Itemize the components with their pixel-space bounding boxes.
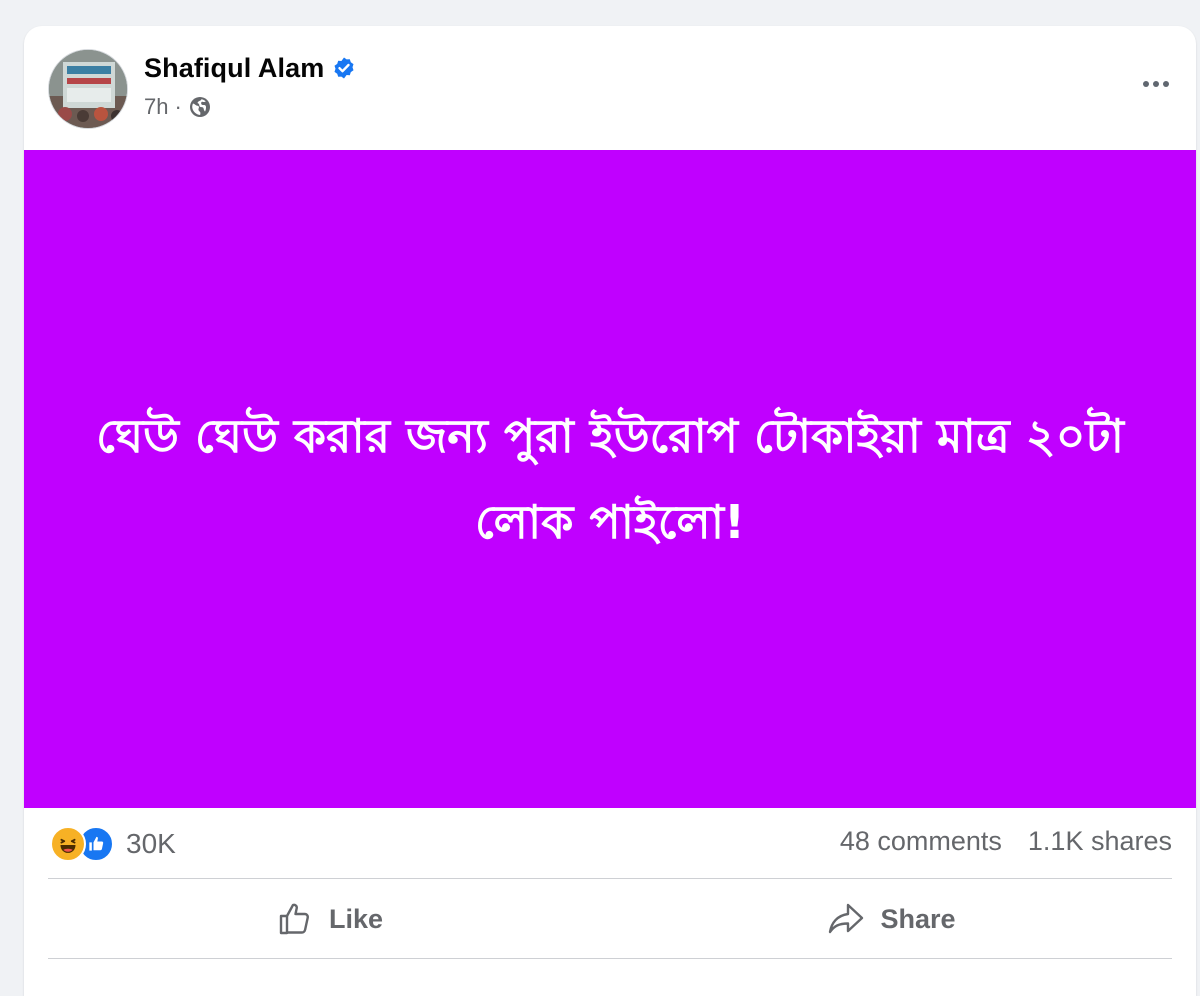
shares-count[interactable]: 1.1K shares: [1028, 826, 1172, 857]
post-background[interactable]: ঘেউ ঘেউ করার জন্য পুরা ইউরোপ টোকাইয়া মা…: [24, 150, 1196, 808]
share-label: Share: [880, 903, 956, 934]
more-dot-icon: [1163, 81, 1169, 87]
like-button[interactable]: Like: [48, 880, 610, 958]
post-card: Shafiqul Alam 7h · ঘেউ ঘেউ করার জন্য পুর…: [24, 26, 1196, 996]
post-stats: 30K 48 comments 1.1K shares: [24, 808, 1196, 878]
reactions-summary[interactable]: 30K: [50, 826, 176, 862]
author-avatar[interactable]: [48, 49, 128, 129]
author-row: Shafiqul Alam: [144, 52, 356, 84]
comments-count[interactable]: 48 comments: [840, 826, 1002, 857]
thumbs-up-icon: [279, 903, 309, 935]
haha-icon: [50, 826, 86, 862]
more-dot-icon: [1153, 81, 1159, 87]
more-dot-icon: [1143, 81, 1149, 87]
post-text: ঘেউ ঘেউ করার জন্য পুরা ইউরোপ টোকাইয়া মা…: [96, 409, 1124, 549]
engagement-counts: 48 comments 1.1K shares: [840, 826, 1172, 857]
stats-divider: [48, 878, 1172, 879]
post-time[interactable]: 7h: [144, 94, 168, 120]
meta-separator: ·: [174, 94, 182, 119]
reaction-count: 30K: [126, 828, 176, 859]
verified-badge-icon: [332, 56, 356, 80]
globe-icon[interactable]: [188, 95, 212, 119]
actions-divider: [48, 958, 1172, 959]
author-name[interactable]: Shafiqul Alam: [144, 53, 324, 84]
share-button[interactable]: Share: [610, 880, 1172, 958]
like-label: Like: [328, 903, 384, 934]
post-actions: Like Share: [48, 880, 1172, 958]
post-header: Shafiqul Alam 7h ·: [24, 26, 1196, 150]
more-options-button[interactable]: [1134, 66, 1178, 102]
share-arrow-icon: [829, 903, 864, 934]
avatar-image: [49, 50, 127, 128]
post-meta: 7h ·: [144, 92, 212, 122]
